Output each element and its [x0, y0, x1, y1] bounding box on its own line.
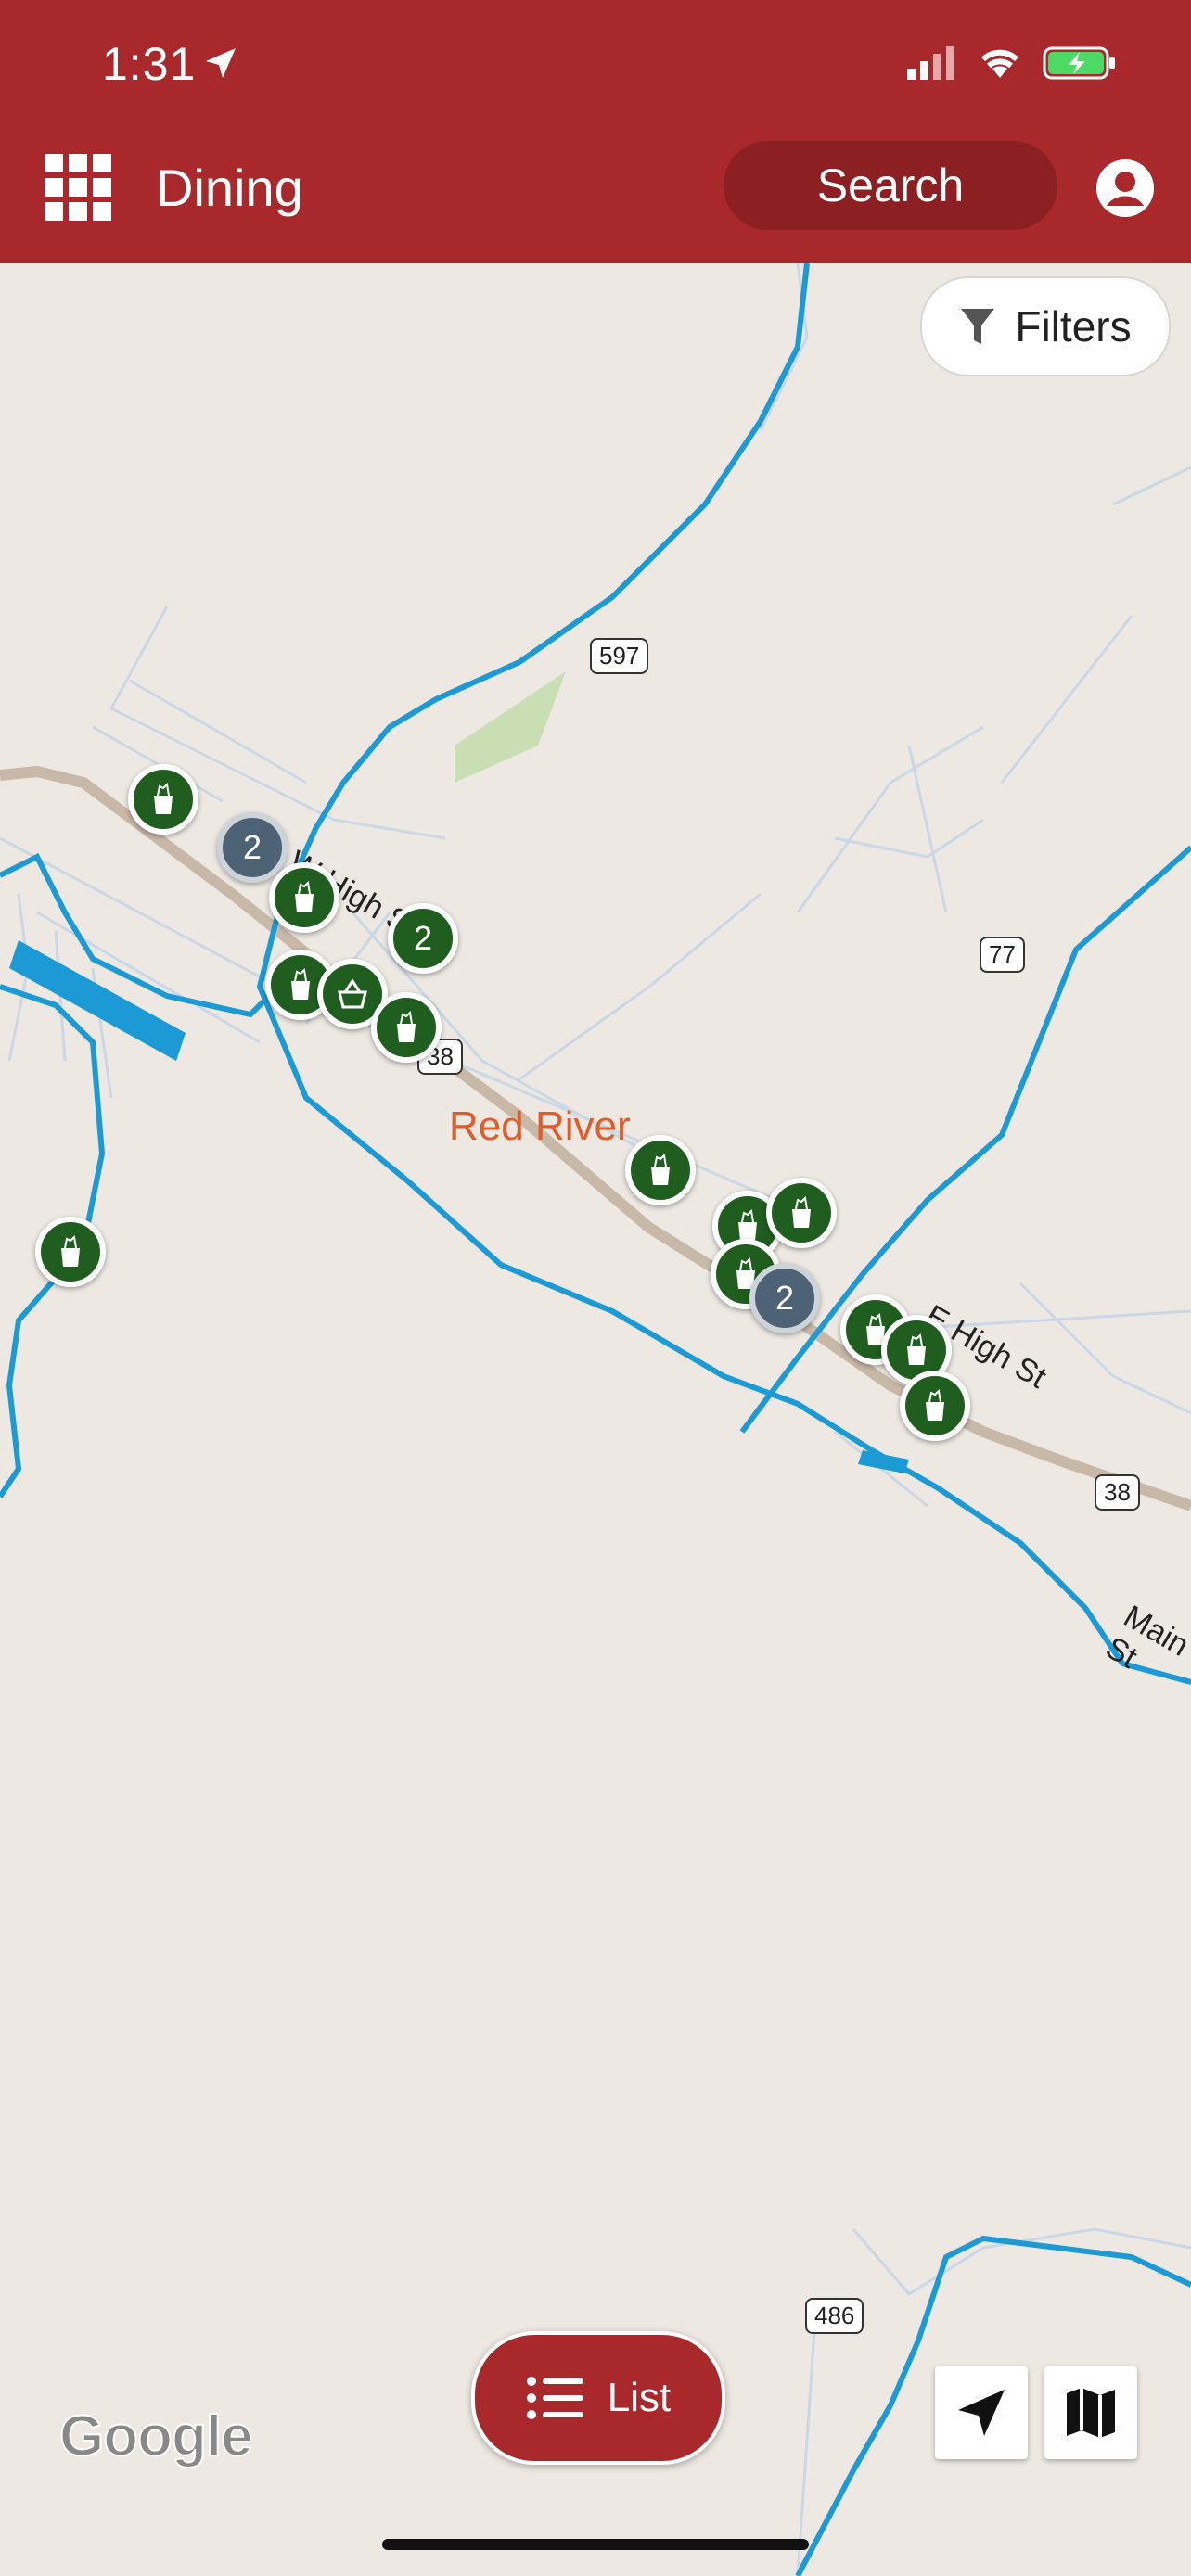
- route-shield-486: 486: [805, 2298, 864, 2334]
- home-indicator: [382, 2539, 809, 2550]
- grocery-bag-icon: [738, 1209, 757, 1241]
- cluster-marker-green[interactable]: 2: [388, 903, 458, 974]
- grocery-bag-icon: [61, 1235, 80, 1267]
- grocery-marker[interactable]: [625, 1135, 696, 1205]
- rivers: [0, 263, 1191, 2576]
- grocery-bag-icon: [651, 1154, 670, 1185]
- list-icon: [526, 2377, 583, 2419]
- cluster-count: 2: [775, 1279, 795, 1317]
- grocery-marker[interactable]: [371, 992, 442, 1063]
- grocery-marker[interactable]: [269, 862, 339, 933]
- cluster-count: 2: [242, 828, 263, 866]
- list-label: List: [607, 2375, 672, 2420]
- park-area: [455, 671, 566, 783]
- grocery-marker[interactable]: [900, 1371, 970, 1441]
- cluster-marker[interactable]: 2: [749, 1263, 820, 1333]
- grocery-marker[interactable]: [766, 1178, 837, 1248]
- grocery-bag-icon: [295, 881, 314, 912]
- filter-icon: [961, 309, 995, 344]
- filters-button[interactable]: Filters: [920, 276, 1171, 376]
- grocery-bag-icon: [907, 1333, 926, 1365]
- map-icon: [1067, 2388, 1115, 2438]
- list-button[interactable]: List: [471, 2331, 725, 2465]
- route-shield-597: 597: [590, 638, 649, 674]
- town-label: Red River: [449, 1103, 631, 1149]
- page-title: Dining: [156, 159, 303, 217]
- app-header: 1:31 Dining Search: [0, 0, 1191, 263]
- cluster-count: 2: [413, 919, 433, 957]
- grocery-bag-icon: [792, 1196, 811, 1228]
- status-icons: [907, 45, 1117, 82]
- google-logo: Google: [58, 2404, 254, 2469]
- menu-grid-icon[interactable]: [45, 154, 111, 221]
- basket-icon: [338, 978, 367, 1009]
- account-icon[interactable]: [1096, 159, 1154, 217]
- wifi-icon: [980, 49, 1019, 78]
- search-button[interactable]: Search: [724, 141, 1057, 230]
- grocery-bag-icon: [291, 968, 310, 1000]
- grocery-marker[interactable]: [128, 764, 198, 835]
- signal-icon: [907, 46, 954, 80]
- grocery-marker[interactable]: [35, 1217, 106, 1287]
- cluster-marker[interactable]: 2: [217, 812, 288, 883]
- filters-label: Filters: [1015, 302, 1132, 351]
- map-type-button[interactable]: [1044, 2366, 1137, 2459]
- grocery-bag-icon: [397, 1011, 416, 1042]
- status-time: 1:31: [102, 38, 197, 90]
- battery-icon: [1043, 46, 1115, 80]
- map-canvas[interactable]: [0, 263, 1191, 2576]
- route-shield-38-east: 38: [1095, 1474, 1140, 1511]
- grocery-bag-icon: [926, 1389, 944, 1421]
- location-arrow-icon: [958, 2390, 1005, 2436]
- navigation-arrow-icon: [206, 48, 236, 78]
- grocery-bag-icon: [154, 783, 173, 814]
- my-location-button[interactable]: [935, 2366, 1028, 2459]
- route-shield-77: 77: [980, 937, 1025, 973]
